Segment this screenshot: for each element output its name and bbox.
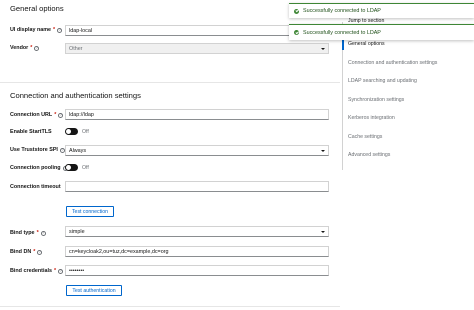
toast-message: Successfully connected to LDAP [303,29,381,36]
section-title-connection: Connection and authentication settings [10,91,141,100]
vendor-label: Vendor * ? [10,45,40,51]
required-marker: * [53,268,57,274]
bind-dn-input[interactable]: cn=keycloak2,ou=tuz,dc=example,dc=org [65,246,329,257]
ui-display-name-label-text: UI display name [10,27,52,33]
bind-credentials-label-text: Bind credentials [10,268,52,274]
bind-type-label-text: Bind type [10,230,35,236]
ldap-settings-form: General options UI display name * ? ldap… [0,0,340,310]
jump-link-general-options[interactable]: General options [348,41,385,47]
use-truststore-spi-label-text: Use Truststore SPI [10,147,58,153]
use-truststore-spi-value: Always [69,147,87,154]
bind-type-select[interactable]: simple [65,226,329,237]
bind-credentials-label: Bind credentials * ? [10,268,64,274]
vendor-select-value: Other [69,45,83,52]
ui-display-name-label: UI display name * ? [10,27,63,33]
required-marker: * [30,45,33,51]
success-toast[interactable]: Successfully connected to LDAP [289,3,474,18]
jump-link-ldap-searching[interactable]: LDAP searching and updating [348,78,417,84]
enable-starttls-switch[interactable]: Off [65,128,89,135]
use-truststore-spi-label: Use Truststore SPI ? [10,147,65,153]
vendor-select[interactable]: Other [65,43,329,54]
connection-timeout-label-text: Connection timeout [10,184,61,190]
bind-type-label: Bind type * ? [10,230,46,236]
test-authentication-button[interactable]: Test authentication [66,285,122,296]
connection-pooling-label-text: Connection pooling [10,165,61,171]
connection-pooling-switch[interactable]: Off [65,164,89,171]
enable-starttls-label: Enable StartTLS [10,129,52,135]
bind-credentials-input[interactable]: •••••••• [65,265,329,276]
check-circle-icon [294,8,299,14]
toggle-switch[interactable] [65,164,78,171]
connection-url-input[interactable]: ldap://ldap [65,109,329,120]
jump-link-kerberos[interactable]: Kerberos integration [348,115,395,121]
chevron-down-icon [321,47,325,50]
jump-link-synchronization[interactable]: Synchronization settings [348,97,404,103]
help-icon[interactable]: ? [37,249,43,255]
required-marker: * [36,230,39,236]
enable-starttls-label-text: Enable StartTLS [10,129,52,135]
section-title-general: General options [10,4,64,13]
chevron-down-icon [321,230,325,233]
enable-starttls-state: Off [82,128,89,135]
connection-timeout-label: Connection timeout [10,184,61,190]
help-icon[interactable]: ? [57,27,63,33]
connection-url-label-text: Connection URL [10,112,53,118]
connection-url-label: Connection URL * ? [10,112,64,118]
toast-message: Successfully connected to LDAP [303,8,381,14]
bind-dn-label: Bind DN * ? [10,249,43,255]
page-divider [0,306,340,307]
connection-timeout-input[interactable] [65,181,329,192]
success-toast[interactable]: Successfully connected to LDAP [289,24,474,40]
jump-link-advanced[interactable]: Advanced settings [348,152,390,158]
bind-type-value: simple [69,228,85,235]
connection-pooling-label: Connection pooling ? [10,165,68,171]
test-connection-button[interactable]: Test connection [66,206,114,217]
help-icon[interactable]: ? [34,45,40,51]
help-icon[interactable]: ? [40,230,46,236]
chevron-down-icon [321,149,325,152]
help-icon[interactable]: ? [58,112,64,118]
jump-link-cache[interactable]: Cache settings [348,134,382,140]
toggle-switch[interactable] [65,128,78,135]
section-divider [0,82,340,83]
use-truststore-spi-select[interactable]: Always [65,145,329,156]
bind-dn-label-text: Bind DN [10,249,32,255]
required-marker: * [53,27,56,33]
required-marker: * [33,249,36,255]
help-icon[interactable]: ? [58,268,64,274]
connection-pooling-state: Off [82,164,89,171]
required-marker: * [54,112,57,118]
vendor-label-text: Vendor [10,45,29,51]
jump-link-connection[interactable]: Connection and authentication settings [348,60,437,66]
check-circle-icon [294,30,299,35]
